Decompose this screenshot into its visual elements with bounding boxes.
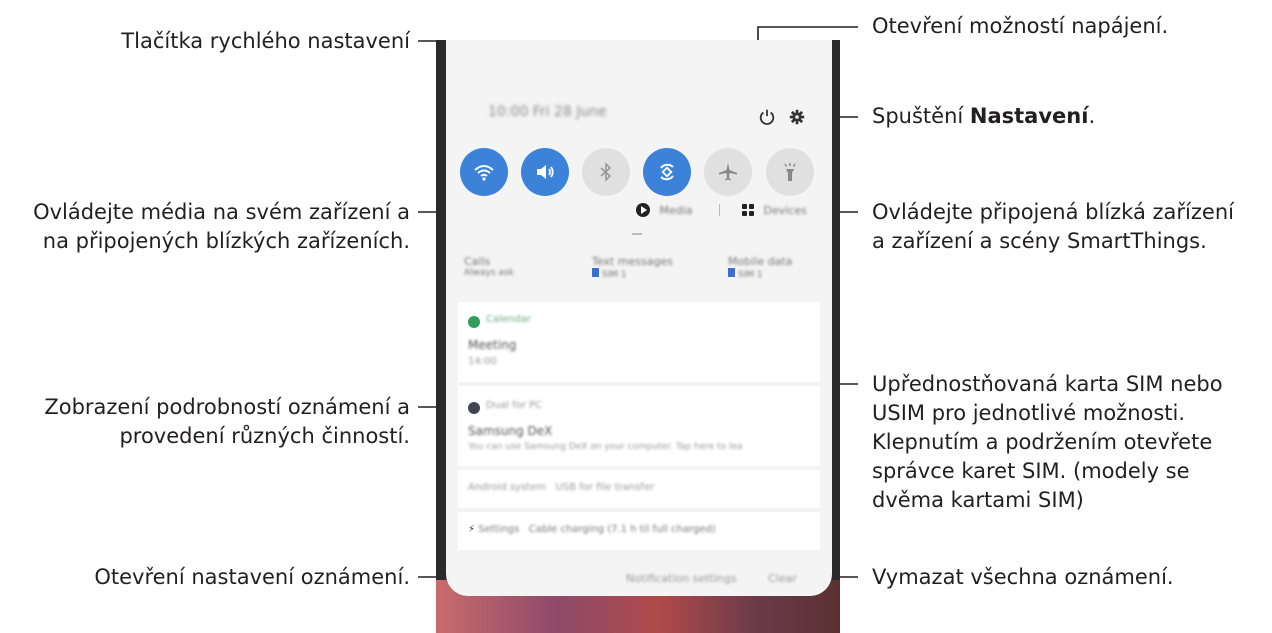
label-clear: Vymazat všechna oznámení. xyxy=(872,565,1174,589)
label-media: Ovládejte média na svém zařízení a na při… xyxy=(33,200,410,253)
label-devices: Ovládejte připojená blízká zařízení a zař… xyxy=(872,200,1234,253)
notification-dex[interactable]: Dual for PC Samsung DeX You can use Sams… xyxy=(458,386,820,466)
notif-app-name: Android system xyxy=(468,482,546,493)
notif-text: USB for file transfer xyxy=(555,482,655,493)
auto-rotate-toggle[interactable] xyxy=(643,148,691,196)
sim-calls-title: Calls xyxy=(464,255,491,268)
sim-data-title: Mobile data xyxy=(728,255,793,268)
rotate-icon xyxy=(660,163,674,181)
speaker-icon xyxy=(537,165,554,179)
label-quick-settings: Tlačítka rychlého nastavení xyxy=(121,29,410,53)
power-icon[interactable] xyxy=(756,106,778,128)
notification-panel: 10:00 Fri 28 June Media Devices Calls Al… xyxy=(446,40,832,596)
calendar-icon xyxy=(468,316,480,328)
label-power: Otevření možností napájení. xyxy=(872,14,1169,38)
devices-icon xyxy=(742,204,754,216)
notif-body: You can use Samsung DeX on your computer… xyxy=(468,442,743,452)
flashlight-icon xyxy=(784,163,796,181)
notification-settings[interactable]: ⚡ Settings Cable charging (7.1 h til ful… xyxy=(458,512,820,550)
airplane-icon xyxy=(719,163,737,181)
status-datetime: 10:00 Fri 28 June xyxy=(488,104,607,120)
sim-messages[interactable]: Text messages SIM 1 xyxy=(592,255,712,280)
notif-app-name: Dual for PC xyxy=(486,400,543,411)
media-button[interactable]: Media xyxy=(636,203,693,217)
notif-text: Cable charging (7.1 h til full charged) xyxy=(528,524,716,535)
flashlight-toggle[interactable] xyxy=(766,148,814,196)
sim-data-sub: SIM 1 xyxy=(737,270,763,280)
sim-messages-sub: SIM 1 xyxy=(601,270,627,280)
notification-calendar[interactable]: Calendar Meeting 14:00 xyxy=(458,302,820,382)
sound-toggle[interactable] xyxy=(521,148,569,196)
notif-title: Samsung DeX xyxy=(468,424,553,438)
bluetooth-toggle[interactable] xyxy=(582,148,630,196)
media-label: Media xyxy=(659,203,693,217)
devices-label: Devices xyxy=(763,203,807,217)
dex-icon xyxy=(468,402,480,414)
label-settings: Spuštění Nastavení. xyxy=(872,104,1096,128)
label-notification-details: Zobrazení podrobností oznámení a proveden… xyxy=(44,395,410,448)
notif-body: 14:00 xyxy=(468,356,497,367)
gear-icon[interactable] xyxy=(786,106,808,128)
wifi-icon xyxy=(474,165,494,181)
wifi-toggle[interactable] xyxy=(460,148,508,196)
sim-messages-title: Text messages xyxy=(592,255,673,268)
settings-bold: Nastavení xyxy=(969,104,1089,128)
sim-card-icon xyxy=(592,268,599,277)
notification-android-system[interactable]: Android system USB for file transfer xyxy=(458,470,820,508)
divider xyxy=(719,204,720,216)
label-sim: Upřednostňovaná karta SIM nebo USIM pro j… xyxy=(872,372,1223,512)
notif-title: Meeting xyxy=(468,338,517,352)
drag-handle[interactable] xyxy=(632,233,642,235)
sim-calls[interactable]: Calls Always ask xyxy=(464,255,574,278)
sim-card-icon xyxy=(728,268,735,277)
devices-button[interactable]: Devices xyxy=(742,203,807,217)
notification-settings-button[interactable]: Notification settings xyxy=(626,572,736,585)
phone-screenshot: 10:00 Fri 28 June Media Devices Calls Al… xyxy=(436,40,840,633)
clear-button[interactable]: Clear xyxy=(768,572,797,585)
notif-app-name: Settings xyxy=(478,524,520,535)
sim-calls-sub: Always ask xyxy=(464,268,514,278)
airplane-toggle[interactable] xyxy=(704,148,752,196)
label-notification-settings: Otevření nastavení oznámení. xyxy=(94,565,410,589)
sim-data[interactable]: Mobile data SIM 1 xyxy=(728,255,828,280)
notif-app-name: Calendar xyxy=(486,314,531,325)
bolt-icon: ⚡ xyxy=(468,524,476,535)
play-icon xyxy=(636,203,650,217)
bluetooth-icon xyxy=(600,162,612,182)
